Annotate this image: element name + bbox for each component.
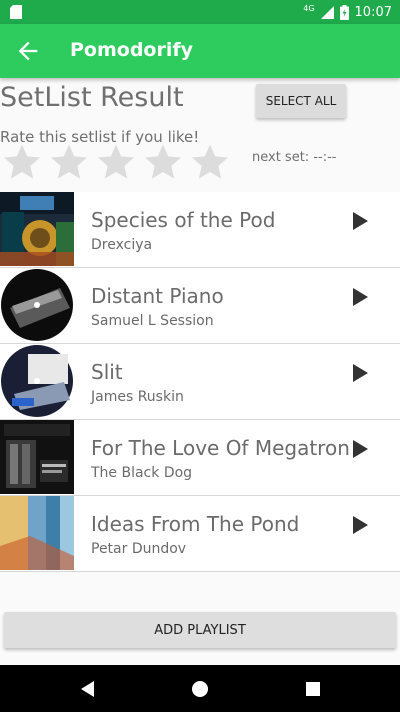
sd-card-icon [10, 5, 22, 19]
page-title: SetList Result [0, 82, 184, 113]
battery-icon [339, 4, 349, 20]
track-row[interactable]: Distant Piano Samuel L Session [0, 268, 400, 344]
star-icon[interactable] [190, 142, 230, 182]
track-title: Ideas From The Pond [91, 512, 300, 536]
track-title: Distant Piano [91, 284, 224, 308]
track-title: For The Love Of Megatron [91, 436, 350, 460]
album-art [0, 192, 74, 266]
play-icon[interactable] [350, 287, 370, 307]
app-bar: Pomodorify [0, 24, 400, 78]
track-title: Slit [91, 360, 123, 384]
album-art [0, 344, 74, 418]
album-art [0, 420, 74, 494]
star-icon[interactable] [143, 142, 183, 182]
track-artist: Petar Dundov [91, 541, 187, 557]
back-arrow-icon[interactable] [14, 37, 42, 65]
nav-back-icon[interactable] [78, 679, 98, 699]
app-title: Pomodorify [70, 39, 194, 61]
star-icon[interactable] [49, 142, 89, 182]
play-icon[interactable] [350, 363, 370, 383]
clock: 10:07 [354, 4, 392, 20]
track-row[interactable]: Ideas From The Pond Petar Dundov [0, 496, 400, 572]
nav-recents-icon[interactable] [303, 679, 323, 699]
track-artist: Samuel L Session [91, 313, 214, 329]
track-row[interactable]: Slit James Ruskin [0, 344, 400, 420]
album-art [0, 496, 74, 570]
signal-icon [320, 5, 334, 19]
album-art [0, 268, 74, 342]
rating-bar[interactable] [2, 142, 230, 182]
select-all-button[interactable]: SELECT ALL [256, 84, 346, 118]
track-artist: James Ruskin [91, 389, 184, 405]
nav-home-icon[interactable] [190, 679, 210, 699]
network-type-label: 4G [303, 3, 315, 13]
track-artist: Drexciya [91, 237, 153, 253]
star-icon[interactable] [96, 142, 136, 182]
navigation-bar [0, 665, 400, 712]
add-playlist-button[interactable]: ADD PLAYLIST [4, 612, 396, 648]
track-row[interactable]: Species of the Pod Drexciya [0, 192, 400, 268]
play-icon[interactable] [350, 515, 370, 535]
track-row[interactable]: For The Love Of Megatron The Black Dog [0, 420, 400, 496]
play-icon[interactable] [350, 439, 370, 459]
track-list: Species of the Pod Drexciya Distant Pian… [0, 192, 400, 572]
star-icon[interactable] [2, 142, 42, 182]
next-set-timer: next set: --:-- [252, 150, 337, 165]
status-bar: 4G 10:07 [0, 0, 400, 24]
track-artist: The Black Dog [91, 465, 193, 481]
play-icon[interactable] [350, 211, 370, 231]
track-title: Species of the Pod [91, 208, 276, 232]
